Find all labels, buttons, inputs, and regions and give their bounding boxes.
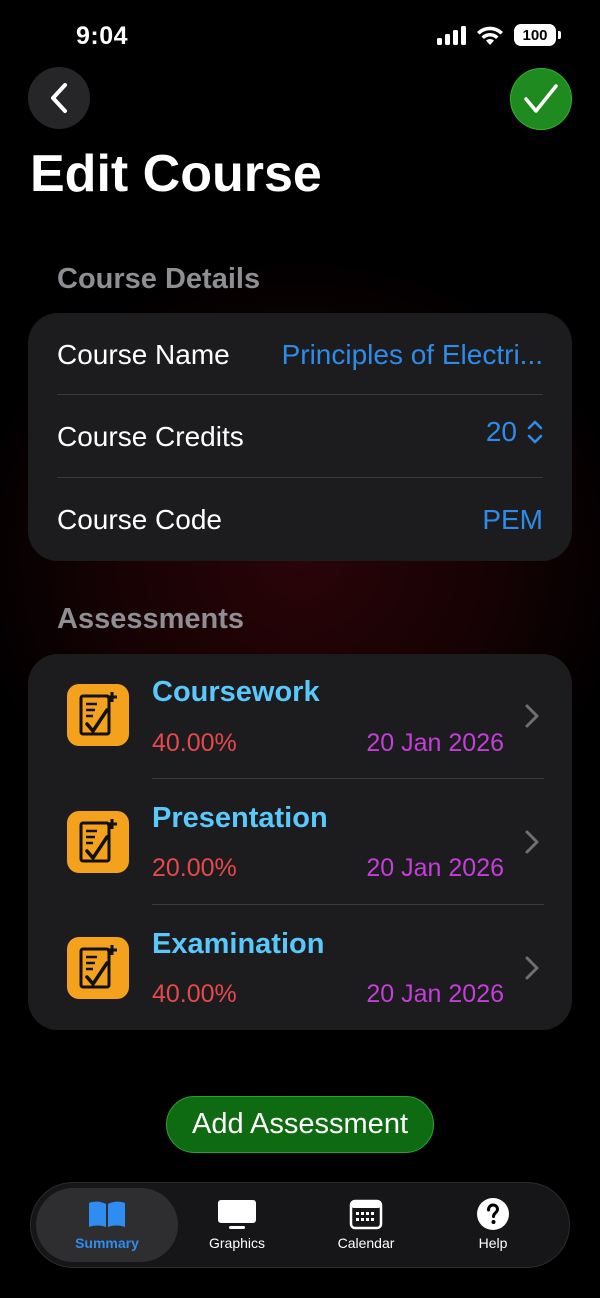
signal-icon [437, 25, 466, 45]
wifi-icon [477, 26, 503, 45]
course-name-row[interactable]: Course Name Principles of Electri... [57, 333, 543, 377]
page-title: Edit Course [30, 145, 322, 203]
assessments-card: Coursework 40.00% 20 Jan 2026 Presentati… [28, 654, 572, 1030]
back-button[interactable] [28, 67, 90, 129]
save-button[interactable] [510, 68, 572, 130]
course-credits-value: 20 [485, 416, 517, 447]
divider [57, 477, 543, 478]
course-details-header: Course Details [57, 263, 261, 295]
status-time: 9:04 [76, 22, 129, 50]
assessment-weight: 20.00% [152, 854, 237, 882]
course-name-label: Course Name [57, 339, 230, 370]
course-code-row[interactable]: Course Code PEM [57, 498, 543, 542]
question-icon [477, 1198, 509, 1230]
checkmark-icon [524, 84, 558, 113]
tab-label: Help [478, 1235, 508, 1251]
chevron-right-icon [525, 830, 539, 854]
assessment-doc-icon [67, 684, 129, 746]
tab-calendar[interactable]: Calendar [301, 1188, 431, 1262]
calendar-icon [349, 1199, 383, 1230]
course-details-card: Course Name Principles of Electri... Cou… [28, 313, 572, 561]
tab-label: Graphics [208, 1235, 266, 1251]
course-credits-row: Course Credits 20 [57, 415, 543, 459]
add-assessment-button[interactable]: Add Assessment [166, 1096, 434, 1153]
assessment-row-coursework[interactable]: Coursework 40.00% 20 Jan 2026 [28, 654, 572, 778]
tab-help[interactable]: Help [428, 1188, 558, 1262]
book-icon [89, 1201, 125, 1227]
tab-graphics[interactable]: Graphics [172, 1188, 302, 1262]
assessment-date: 20 Jan 2026 [366, 980, 504, 1008]
display-icon [218, 1200, 256, 1229]
course-name-field[interactable]: Principles of Electri... [282, 339, 543, 371]
assessment-doc-icon [67, 811, 129, 873]
assessment-date: 20 Jan 2026 [366, 854, 504, 882]
tab-label: Summary [75, 1235, 139, 1251]
assessment-weight: 40.00% [152, 729, 237, 757]
battery-level: 100 [522, 26, 548, 44]
status-icons: 100 [437, 24, 561, 46]
chevron-right-icon [525, 704, 539, 728]
course-credits-label: Course Credits [57, 421, 244, 452]
chevron-up-down-icon [527, 420, 543, 444]
course-code-label: Course Code [57, 504, 222, 535]
tab-label: Calendar [337, 1235, 395, 1251]
battery-icon: 100 [514, 24, 561, 46]
assessment-weight: 40.00% [152, 980, 237, 1008]
assessment-date: 20 Jan 2026 [366, 729, 504, 757]
chevron-right-icon [525, 956, 539, 980]
divider [57, 394, 543, 395]
assessments-header: Assessments [57, 603, 244, 635]
assessment-name: Examination [152, 928, 325, 960]
tab-summary[interactable]: Summary [36, 1188, 178, 1262]
edit-course-screen: 9:04 100 Edit Course Course Details Cour… [0, 0, 600, 1298]
course-code-field[interactable]: PEM [482, 504, 543, 536]
assessment-doc-icon [67, 937, 129, 999]
assessment-row-presentation[interactable]: Presentation 20.00% 20 Jan 2026 [28, 779, 572, 903]
assessment-name: Coursework [152, 676, 320, 708]
assessment-name: Presentation [152, 802, 328, 834]
chevron-left-icon [51, 83, 67, 113]
tab-bar: Summary Graphics Calendar Help [30, 1182, 570, 1268]
course-credits-stepper[interactable]: 20 [486, 416, 543, 448]
assessment-row-examination[interactable]: Examination 40.00% 20 Jan 2026 [28, 905, 572, 1029]
